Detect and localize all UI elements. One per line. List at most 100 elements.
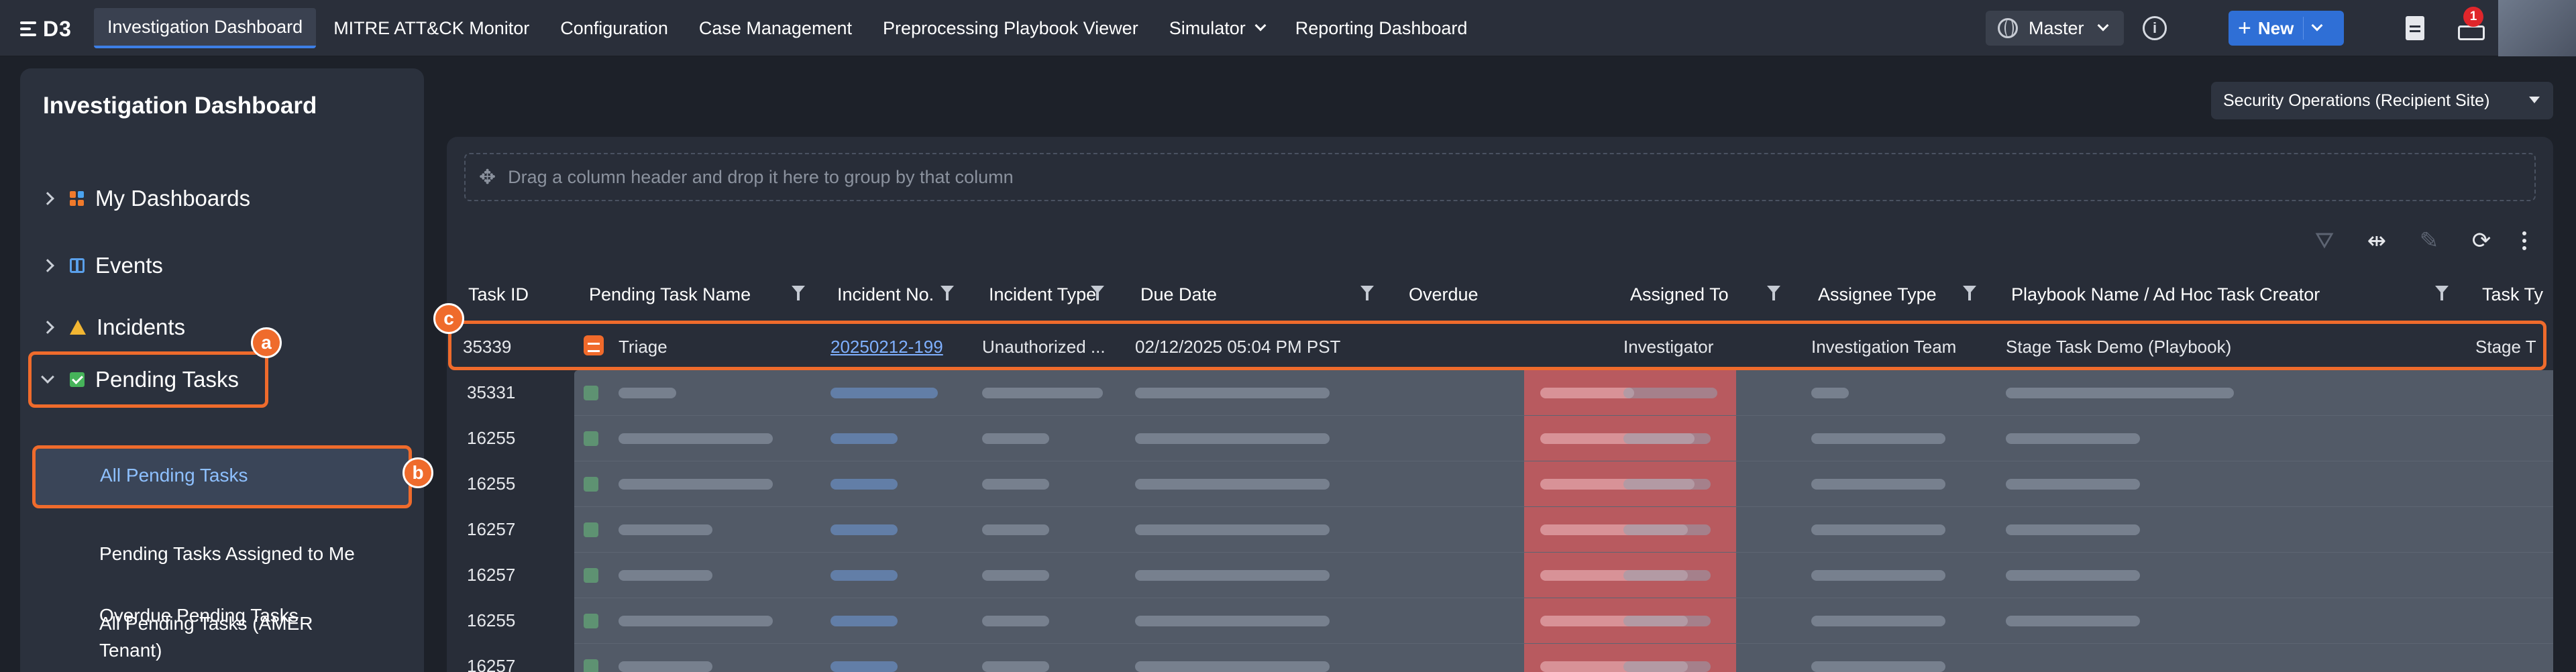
cell-task-id: 35331 xyxy=(467,382,516,402)
nav-mitre-attck-monitor[interactable]: MITRE ATT&CK Monitor xyxy=(320,8,543,48)
column-header-incident-no[interactable]: Incident No. xyxy=(837,284,934,305)
refresh-icon[interactable]: ⟳ xyxy=(2470,227,2493,254)
filter-icon[interactable] xyxy=(1767,286,1780,300)
table-row[interactable] xyxy=(574,370,2553,416)
column-header-pending-task-name[interactable]: Pending Task Name xyxy=(589,284,751,305)
sidebar-subitem-amer-tenant-label[interactable]: All Pending Tasks (AMER Tenant) xyxy=(99,610,341,664)
new-button[interactable]: + New xyxy=(2229,11,2344,46)
sidebar-item-incidents[interactable]: Incidents xyxy=(20,307,424,347)
nav-label: MITRE ATT&CK Monitor xyxy=(333,17,530,38)
nav-label: Reporting Dashboard xyxy=(1295,17,1468,38)
chevron-down-icon[interactable] xyxy=(2311,19,2323,32)
site-dropdown[interactable]: Security Operations (Recipient Site) xyxy=(2211,82,2553,119)
dashboard-icon xyxy=(70,191,85,206)
nav-reporting-dashboard[interactable]: Reporting Dashboard xyxy=(1282,8,1481,48)
main-nav: Investigation Dashboard MITRE ATT&CK Mon… xyxy=(94,8,1481,48)
grid-header-row: Task ID Pending Task Name Incident No. I… xyxy=(447,284,2553,314)
sidebar-title: Investigation Dashboard xyxy=(43,93,317,119)
d3-logo[interactable]: D3 xyxy=(20,16,72,41)
nav-label: Simulator xyxy=(1169,17,1246,38)
sidebar-item-events[interactable]: Events xyxy=(20,245,424,286)
sidebar-subitem-all-pending-tasks[interactable]: All Pending Tasks xyxy=(32,445,412,508)
column-header-assigned-to[interactable]: Assigned To xyxy=(1630,284,1729,305)
sidebar: Investigation Dashboard My Dashboards Ev… xyxy=(20,68,433,672)
clear-filter-icon[interactable]: ⛛ xyxy=(2313,228,2336,254)
nav-label: Preprocessing Playbook Viewer xyxy=(882,17,1138,38)
table-row[interactable] xyxy=(574,553,2553,598)
sidebar-item-label: My Dashboards xyxy=(95,186,251,211)
highlight-box-c xyxy=(448,321,2546,370)
filter-icon[interactable] xyxy=(792,286,805,300)
nav-configuration[interactable]: Configuration xyxy=(547,8,682,48)
sidebar-subitem-label: All Pending Tasks xyxy=(100,465,248,486)
site-selector[interactable]: Master xyxy=(1986,11,2124,46)
cell-task-id: 16257 xyxy=(467,565,516,585)
caret-down-icon xyxy=(2529,97,2540,103)
cell-task-id: 16255 xyxy=(467,473,516,494)
move-icon: ✥ xyxy=(479,166,496,188)
table-row[interactable] xyxy=(574,598,2553,644)
nav-investigation-dashboard[interactable]: Investigation Dashboard xyxy=(94,8,317,48)
cell-task-id: 16257 xyxy=(467,519,516,539)
grid-toolbar: ⛛ ⇹ ✎ ⟳ xyxy=(2313,224,2526,258)
cell-task-id: 16257 xyxy=(467,656,516,672)
sidebar-item-label: Events xyxy=(95,253,163,278)
fit-columns-icon[interactable]: ⇹ xyxy=(2365,227,2388,254)
chevron-down-icon xyxy=(2097,19,2109,32)
chevron-right-icon xyxy=(41,259,54,272)
filter-icon[interactable] xyxy=(1360,286,1374,300)
chevron-right-icon xyxy=(41,321,54,334)
nav-case-management[interactable]: Case Management xyxy=(686,8,865,48)
edit-icon[interactable]: ✎ xyxy=(2418,227,2440,254)
column-header-task-type[interactable]: Task Ty xyxy=(2482,284,2543,305)
task-icon xyxy=(584,386,598,400)
column-header-due-date[interactable]: Due Date xyxy=(1140,284,1217,305)
group-by-hint: Drag a column header and drop it here to… xyxy=(508,166,1014,187)
table-row[interactable] xyxy=(574,461,2553,507)
nav-simulator[interactable]: Simulator xyxy=(1156,8,1278,48)
plus-icon: + xyxy=(2238,15,2251,41)
pending-tasks-grid: ✥ Drag a column header and drop it here … xyxy=(433,137,2553,672)
sidebar-item-label: Incidents xyxy=(97,315,186,339)
new-button-label: New xyxy=(2257,17,2294,38)
notification-badge: 1 xyxy=(2463,7,2483,27)
filter-icon[interactable] xyxy=(2435,286,2449,300)
table-row[interactable] xyxy=(574,644,2553,672)
column-header-assignee-type[interactable]: Assignee Type xyxy=(1818,284,1937,305)
logo-text: D3 xyxy=(43,16,72,41)
group-by-drop-zone[interactable]: ✥ Drag a column header and drop it here … xyxy=(464,153,2536,201)
annotation-marker-b: b xyxy=(402,457,433,488)
more-options-icon[interactable] xyxy=(2522,231,2526,250)
nav-label: Case Management xyxy=(698,17,852,38)
split-divider xyxy=(2303,17,2304,40)
sidebar-item-label: Pending Tasks xyxy=(95,367,239,392)
user-avatar[interactable] xyxy=(2498,0,2576,56)
sidebar-subitem-assigned-to-me[interactable]: Pending Tasks Assigned to Me xyxy=(99,541,355,567)
sidebar-item-pending-tasks[interactable]: Pending Tasks xyxy=(20,359,424,400)
logo-mark xyxy=(20,21,36,36)
table-row[interactable] xyxy=(574,416,2553,461)
warning-icon xyxy=(70,320,86,335)
nav-label: Investigation Dashboard xyxy=(107,16,303,37)
column-header-task-id[interactable]: Task ID xyxy=(468,284,529,305)
site-selector-label: Master xyxy=(2029,17,2084,38)
column-header-playbook-name[interactable]: Playbook Name / Ad Hoc Task Creator xyxy=(2011,284,2320,305)
nav-preprocessing-playbook-viewer[interactable]: Preprocessing Playbook Viewer xyxy=(869,8,1152,48)
nav-label: Configuration xyxy=(560,17,668,38)
column-header-incident-type[interactable]: Incident Type xyxy=(989,284,1096,305)
document-icon[interactable] xyxy=(2406,16,2424,40)
cell-task-id: 16255 xyxy=(467,428,516,448)
calendar-icon xyxy=(70,258,85,273)
filter-icon[interactable] xyxy=(941,286,954,300)
globe-icon xyxy=(1998,18,2018,38)
table-row[interactable] xyxy=(574,507,2553,553)
filter-icon[interactable] xyxy=(1963,286,1976,300)
info-icon[interactable]: i xyxy=(2143,16,2167,40)
annotation-marker-a: a xyxy=(251,327,282,358)
sidebar-item-my-dashboards[interactable]: My Dashboards xyxy=(20,178,424,219)
filter-icon[interactable] xyxy=(1091,286,1104,300)
blurred-rows-region xyxy=(574,370,2553,672)
column-header-overdue[interactable]: Overdue xyxy=(1409,284,1479,305)
annotation-marker-c: c xyxy=(433,303,464,334)
chevron-down-icon xyxy=(41,370,54,384)
